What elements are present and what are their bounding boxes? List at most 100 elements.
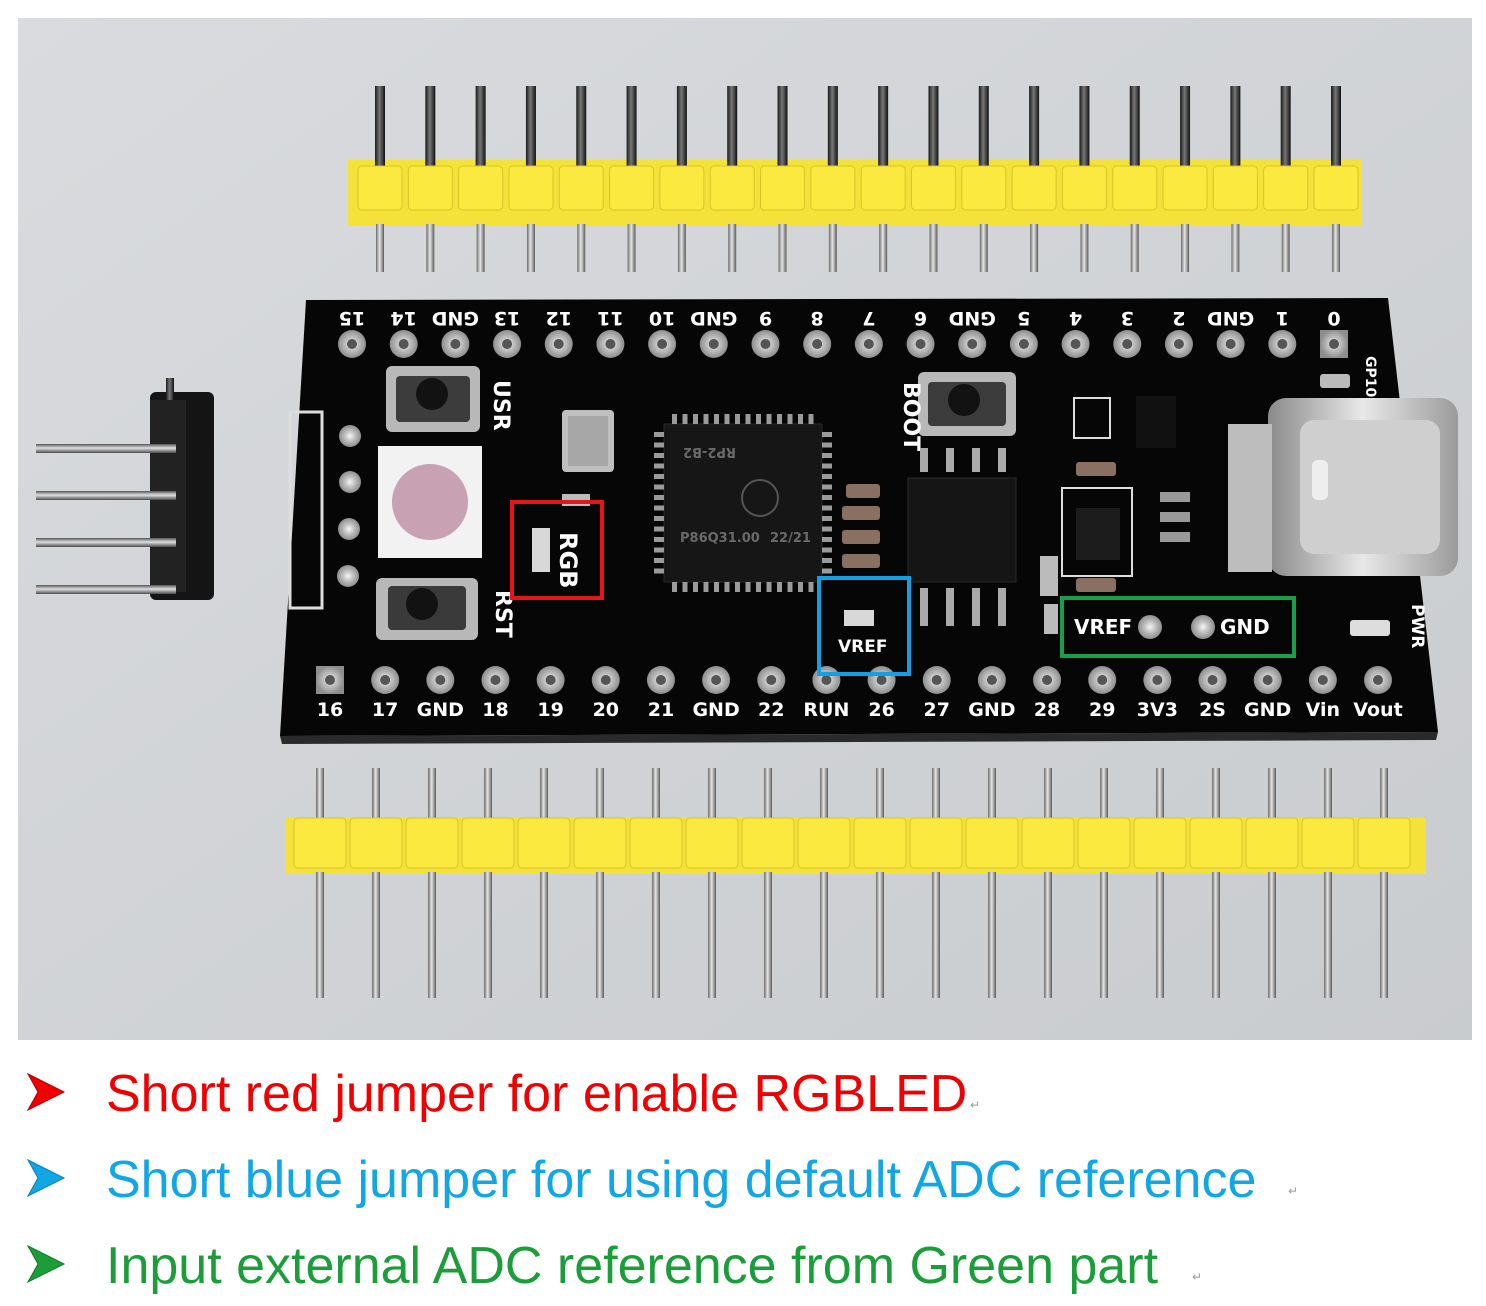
pin-label: 11 <box>597 307 623 329</box>
rp2040-chip: RP2-B2 P86Q31.00 22/21 <box>654 414 832 592</box>
header-spacer <box>760 165 806 211</box>
pin-label: 29 <box>1089 699 1115 721</box>
pin-label: GND <box>432 307 479 329</box>
header-pin <box>1230 86 1241 166</box>
header-pin-tail <box>1268 872 1276 998</box>
header-spacer <box>709 165 755 211</box>
header-pin <box>425 86 436 166</box>
gpio-label: GP10 <box>1362 356 1378 397</box>
header-pin-tail <box>979 224 988 272</box>
boot-label: BOOT <box>898 382 923 451</box>
header-pin <box>1212 768 1220 822</box>
header-pin-tail <box>1130 224 1139 272</box>
rgb-led <box>378 446 482 558</box>
pin-label: GND <box>692 699 739 721</box>
header-spacer <box>910 165 956 211</box>
pin-label: 16 <box>317 699 343 721</box>
header-pin-tail <box>376 224 384 272</box>
header-pin-tail <box>1030 224 1039 272</box>
header-pin <box>928 86 939 166</box>
header-pin-tail <box>426 224 435 272</box>
header-pin <box>932 768 940 822</box>
header-pin <box>484 768 492 822</box>
arrowhead-icon <box>26 1158 66 1198</box>
header-pin <box>652 768 660 822</box>
header-pin <box>1280 86 1291 166</box>
header-pin <box>375 86 385 166</box>
header-pin <box>988 768 996 822</box>
pin-label: 12 <box>546 307 572 329</box>
pin-label: 8 <box>811 307 824 329</box>
pin-label: 19 <box>537 699 563 721</box>
header-pin-tail <box>1281 224 1290 272</box>
pin-label: 2S <box>1199 699 1226 721</box>
header-pin-tail <box>577 224 586 272</box>
header-spacer <box>741 817 795 869</box>
rgb-jumper-label: RGB <box>554 532 582 588</box>
header-pin <box>576 86 587 166</box>
usr-button[interactable] <box>386 366 480 432</box>
header-pin <box>1324 768 1332 822</box>
pin-label: 22 <box>758 699 784 721</box>
boot-button[interactable] <box>918 372 1016 436</box>
header-pin-tail <box>932 872 940 998</box>
paragraph-mark: ↵ <box>1288 1184 1299 1198</box>
pin-label: GND <box>949 307 996 329</box>
header-pin-tail <box>879 224 888 272</box>
header-spacer <box>1189 817 1243 869</box>
header-pin <box>1380 768 1388 822</box>
paragraph-mark: ↵ <box>1192 1270 1203 1284</box>
header-pin-tail <box>988 872 996 998</box>
header-spacer <box>1162 165 1208 211</box>
vref-jumper-label: VREF <box>838 637 887 657</box>
arrowhead-icon <box>26 1244 66 1284</box>
header-spacer <box>1245 817 1299 869</box>
note-green: Input external ADC reference from Green … <box>0 1226 1486 1306</box>
header-pin <box>708 768 716 822</box>
pin-label: 15 <box>339 307 365 329</box>
pin-label: 14 <box>390 307 416 329</box>
header-pin-tail <box>820 872 828 998</box>
header-pin <box>876 768 884 822</box>
header-spacer <box>797 817 851 869</box>
header-pin <box>1156 768 1164 822</box>
header-pin-tail <box>764 872 772 998</box>
pin-label: 26 <box>868 699 894 721</box>
board-photo: GP10 USR RST RGB RP2-B2 P86Q31.00 22/21 … <box>18 18 1472 1040</box>
header-spacer <box>508 165 554 211</box>
header-pin-tail <box>708 872 716 998</box>
header-pin <box>727 86 738 166</box>
pin-label: 18 <box>482 699 508 721</box>
pin-label: GND <box>1244 699 1291 721</box>
header-spacer <box>609 165 655 211</box>
header-pin-tail <box>728 224 737 272</box>
pwr-label: PWR <box>1407 604 1427 648</box>
pin-label: 9 <box>759 307 772 329</box>
ext-gnd-label: GND <box>1220 615 1270 639</box>
pin-label: 5 <box>1017 307 1030 329</box>
header-spacer <box>573 817 627 869</box>
pin-label: 6 <box>914 307 927 329</box>
header-pin-tail <box>929 224 938 272</box>
pin-label: 17 <box>372 699 398 721</box>
header-pin <box>316 768 324 822</box>
header-pin <box>1129 86 1140 166</box>
header-spacer <box>909 817 963 869</box>
header-pin <box>676 86 687 166</box>
rst-button[interactable] <box>376 578 478 640</box>
header-pin <box>525 86 536 166</box>
header-spacer <box>405 817 459 869</box>
header-spacer <box>1077 817 1131 869</box>
header-pin-tail <box>828 224 837 272</box>
header-spacer <box>1357 817 1411 869</box>
pin-label: 28 <box>1034 699 1060 721</box>
header-pin <box>777 86 788 166</box>
pin-label: 13 <box>494 307 520 329</box>
header-spacer <box>659 165 705 211</box>
header-spacer <box>1313 165 1359 211</box>
header-spacer <box>461 817 515 869</box>
pin-label: Vout <box>1353 699 1402 721</box>
header-spacer <box>357 165 403 211</box>
note-blue: Short blue jumper for using default ADC … <box>0 1140 1486 1220</box>
header-spacer <box>810 165 856 211</box>
